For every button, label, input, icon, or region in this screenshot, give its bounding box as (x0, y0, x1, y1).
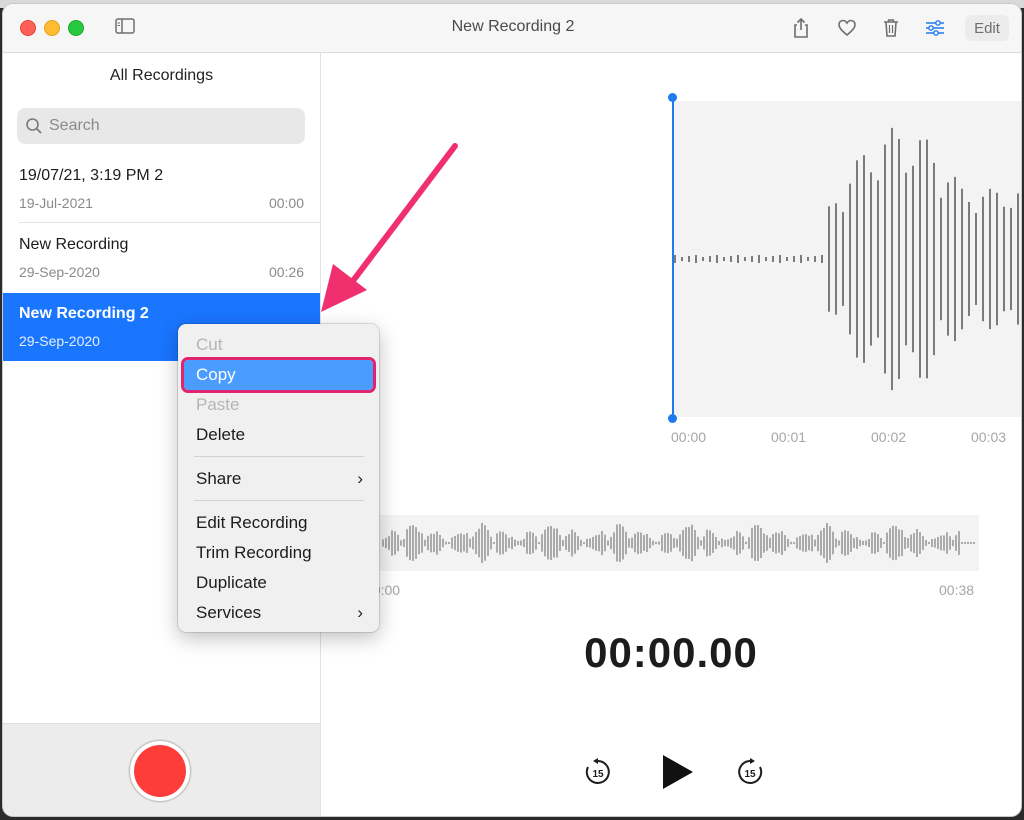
voice-memos-window: New Recording 2 (3, 4, 1021, 816)
annotation-arrow-icon (303, 134, 473, 324)
time-tick: 00:02 (871, 429, 906, 445)
menu-item-trim-recording[interactable]: Trim Recording (184, 538, 373, 568)
favorite-button[interactable] (835, 16, 859, 40)
menu-item-copy[interactable]: Copy (184, 360, 373, 390)
time-tick: 00:03 (971, 429, 1006, 445)
search-icon (25, 117, 43, 135)
overview-end-time: 00:38 (939, 582, 974, 598)
sliders-icon (925, 20, 945, 36)
record-button[interactable] (129, 740, 191, 802)
menu-item-label: Duplicate (196, 573, 267, 593)
recording-duration: 00:26 (269, 264, 304, 280)
menu-item-paste[interactable]: Paste (184, 390, 373, 420)
sidebar-header: All Recordings (3, 67, 320, 85)
record-bar (3, 723, 320, 816)
search-field[interactable]: Search (17, 108, 305, 144)
recording-name: New Recording (19, 236, 128, 254)
edit-button[interactable]: Edit (965, 15, 1009, 41)
window-title: New Recording 2 (323, 18, 703, 36)
recording-item[interactable]: New Recording 29-Sep-2020 00:26 (3, 224, 320, 292)
delete-button[interactable] (879, 16, 903, 40)
search-placeholder: Search (49, 117, 100, 135)
skip-back-button[interactable]: 15 (583, 757, 613, 792)
overview-waveform[interactable] (379, 515, 979, 571)
playhead-top-handle[interactable] (668, 93, 677, 102)
menu-item-label: Trim Recording (196, 543, 312, 563)
menu-item-label: Services (196, 603, 261, 623)
time-tick: 00:00 (671, 429, 706, 445)
menu-item-label: Copy (196, 365, 236, 385)
skip-forward-label: 15 (744, 769, 756, 780)
record-icon (134, 745, 186, 797)
share-button[interactable] (789, 16, 813, 40)
minimize-window-button[interactable] (44, 20, 60, 36)
recording-date: 19-Jul-2021 (19, 195, 93, 211)
menu-item-label: Edit Recording (196, 513, 308, 533)
sidebar-icon[interactable] (115, 18, 135, 34)
playback-timer: 00:00.00 (321, 629, 1021, 677)
divider (19, 222, 320, 223)
menu-separator (194, 456, 364, 457)
recording-name: New Recording 2 (19, 305, 149, 323)
menu-separator (194, 500, 364, 501)
menu-item-cut[interactable]: Cut (184, 330, 373, 360)
play-button[interactable] (659, 753, 695, 796)
time-tick: 00:01 (771, 429, 806, 445)
recording-date: 29-Sep-2020 (19, 333, 100, 349)
menu-item-label: Delete (196, 425, 245, 445)
waveform[interactable] (673, 101, 1021, 417)
title-bar: New Recording 2 (3, 4, 1021, 53)
menu-item-share[interactable]: Share › (184, 464, 373, 494)
share-icon (792, 17, 810, 39)
heart-icon (837, 19, 857, 37)
menu-item-label: Cut (196, 335, 222, 355)
recording-date: 29-Sep-2020 (19, 264, 100, 280)
play-icon (659, 753, 695, 791)
menu-item-delete[interactable]: Delete (184, 420, 373, 450)
recording-duration: 00:00 (269, 195, 304, 211)
playhead-bottom-handle[interactable] (668, 414, 677, 423)
zoom-window-button[interactable] (68, 20, 84, 36)
close-window-button[interactable] (20, 20, 36, 36)
skip-forward-button[interactable]: 15 (735, 757, 765, 792)
menu-item-label: Share (196, 469, 241, 489)
skip-back-label: 15 (592, 769, 604, 780)
skip-back-15-icon: 15 (583, 757, 613, 787)
menu-item-edit-recording[interactable]: Edit Recording (184, 508, 373, 538)
playhead[interactable] (672, 96, 674, 420)
skip-forward-15-icon: 15 (735, 757, 765, 787)
chevron-right-icon: › (357, 603, 363, 623)
settings-button[interactable] (923, 16, 947, 40)
trash-icon (882, 18, 900, 38)
menu-item-services[interactable]: Services › (184, 598, 373, 628)
menu-item-duplicate[interactable]: Duplicate (184, 568, 373, 598)
recording-name: 19/07/21, 3:19 PM 2 (19, 167, 163, 185)
chevron-right-icon: › (357, 469, 363, 489)
menu-item-label: Paste (196, 395, 239, 415)
recording-item[interactable]: 19/07/21, 3:19 PM 2 19-Jul-2021 00:00 (3, 155, 320, 223)
context-menu: Cut Copy Paste Delete Share › Edit Record… (178, 324, 379, 632)
